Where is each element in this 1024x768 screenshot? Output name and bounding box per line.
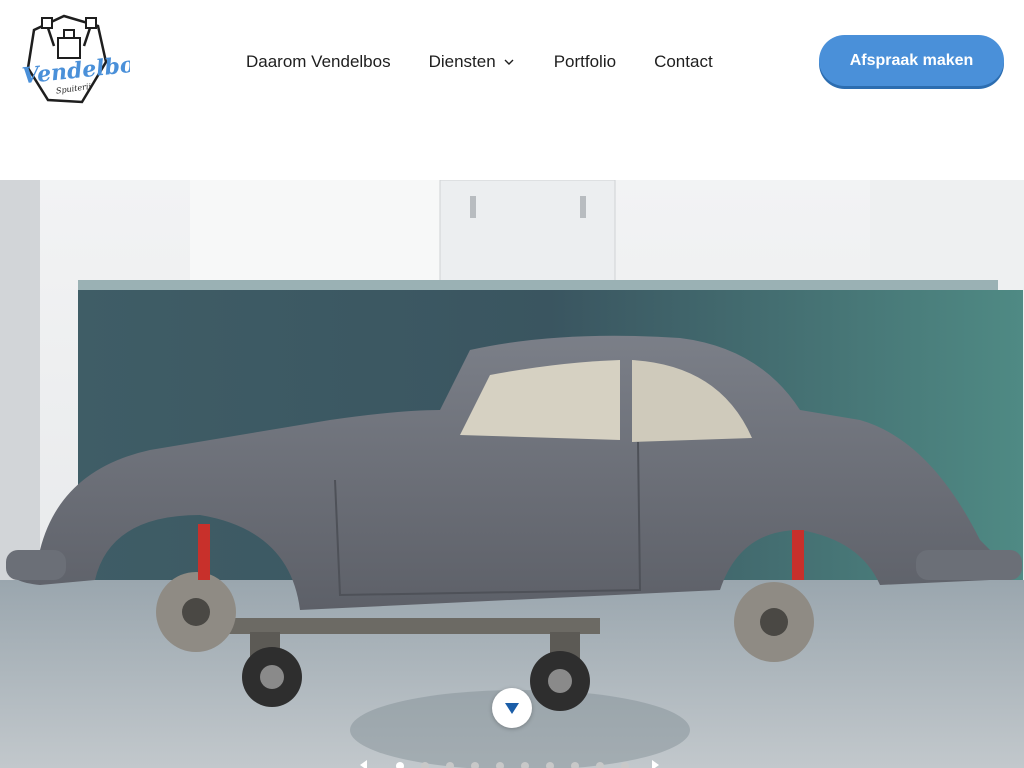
hero-slider: [0, 180, 1024, 768]
slider-dot[interactable]: [596, 762, 604, 768]
slider-dot[interactable]: [621, 762, 629, 768]
slider-dot[interactable]: [421, 762, 429, 768]
nav-link-diensten[interactable]: Diensten: [429, 52, 516, 72]
slider-dot[interactable]: [571, 762, 579, 768]
slider-pagination: [360, 760, 664, 768]
nav-link-diensten-label: Diensten: [428, 52, 496, 71]
hero-image: [0, 180, 1024, 768]
slider-dot[interactable]: [396, 762, 404, 768]
vendelbos-logo[interactable]: Vendelbos Spuiterij: [18, 12, 130, 108]
afspraak-maken-button[interactable]: Afspraak maken: [819, 35, 1004, 86]
slider-dot[interactable]: [446, 762, 454, 768]
previous-slide-icon[interactable]: [360, 760, 368, 768]
triangle-down-icon: [505, 703, 519, 714]
nav-link-portfolio[interactable]: Portfolio: [554, 52, 616, 72]
chevron-down-icon[interactable]: [502, 55, 516, 69]
slider-dot[interactable]: [471, 762, 479, 768]
next-slide-icon[interactable]: [652, 760, 660, 768]
slider-dot[interactable]: [521, 762, 529, 768]
scroll-down-button[interactable]: [492, 688, 532, 728]
main-navigation: Daarom Vendelbos Diensten Portfolio Cont…: [246, 48, 713, 76]
nav-link-contact[interactable]: Contact: [654, 52, 713, 72]
slider-dot[interactable]: [496, 762, 504, 768]
site-header: Vendelbos Spuiterij Daarom Vendelbos Die…: [0, 0, 1024, 180]
nav-link-daarom-vendelbos[interactable]: Daarom Vendelbos: [246, 52, 391, 72]
logo-graphic: Vendelbos Spuiterij: [21, 14, 130, 104]
slider-dot[interactable]: [546, 762, 554, 768]
